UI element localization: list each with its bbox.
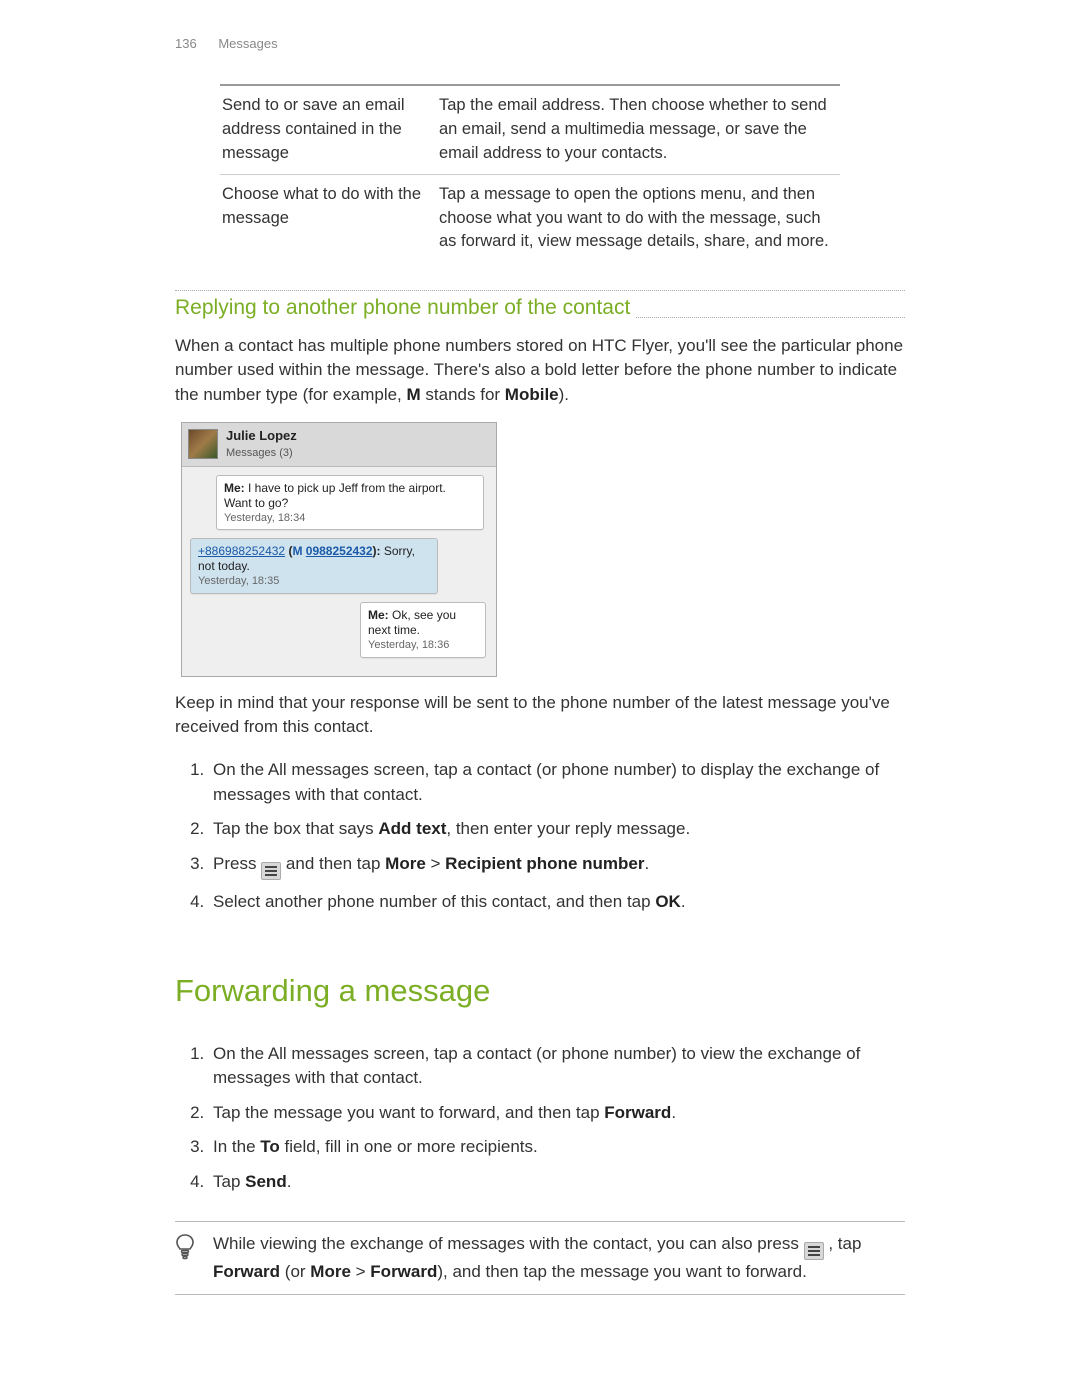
step-item: In the To field, fill in one or more rec… [209, 1131, 905, 1164]
options-table: Send to or save an email address contain… [220, 84, 840, 263]
message-text: I have to pick up Jeff from the airport.… [224, 481, 446, 510]
steps-list-reply: On the All messages screen, tap a contac… [179, 754, 905, 919]
text: (or [280, 1262, 310, 1281]
step-item: On the All messages screen, tap a contac… [209, 754, 905, 811]
text: Tap [213, 1172, 245, 1191]
step-item: Tap Send. [209, 1166, 905, 1199]
bold-text: Mobile [505, 385, 559, 404]
table-row: Choose what to do with the message Tap a… [220, 174, 840, 262]
text: . [671, 1103, 676, 1122]
intro-paragraph: When a contact has multiple phone number… [175, 334, 905, 408]
text: . [287, 1172, 292, 1191]
text: > [426, 854, 445, 873]
step-item: Select another phone number of this cont… [209, 886, 905, 919]
option-desc: Tap a message to open the options menu, … [437, 174, 840, 262]
page: 136 Messages Send to or save an email ad… [0, 0, 1080, 1397]
section-title: Replying to another phone number of the … [175, 290, 905, 323]
message-bubble-outgoing: Me: Ok, see you next time. Yesterday, 18… [360, 602, 486, 658]
text: Tap the box that says [213, 819, 378, 838]
step-item: On the All messages screen, tap a contac… [209, 1038, 905, 1095]
text: field, fill in one or more recipients. [280, 1137, 538, 1156]
contact-name: Julie Lopez [226, 427, 297, 446]
table-row: Send to or save an email address contain… [220, 85, 840, 174]
text: Tap the message you want to forward, and… [213, 1103, 604, 1122]
text: stands for [421, 385, 505, 404]
tip-box: While viewing the exchange of messages w… [175, 1221, 905, 1296]
tip-text: While viewing the exchange of messages w… [213, 1232, 903, 1285]
message-count: Messages (3) [226, 446, 297, 462]
text: , then enter your reply message. [446, 819, 690, 838]
timestamp: Yesterday, 18:34 [224, 512, 476, 526]
text: Select another phone number of this cont… [213, 892, 655, 911]
phone-screenshot: Julie Lopez Messages (3) Me: I have to p… [181, 422, 497, 677]
bold-text: Send [245, 1172, 287, 1191]
text: , tap [824, 1234, 862, 1253]
bold-text: More [385, 854, 426, 873]
bold-text: M [407, 385, 421, 404]
bold-text: Add text [378, 819, 446, 838]
body-paragraph: Keep in mind that your response will be … [175, 691, 905, 740]
short-number: 0988252432 [306, 544, 373, 558]
bold-text: To [260, 1137, 280, 1156]
thread-header: Julie Lopez Messages (3) [182, 423, 496, 467]
text: Press [213, 854, 261, 873]
thread: Me: I have to pick up Jeff from the airp… [182, 467, 496, 676]
bold-text: More [310, 1262, 351, 1281]
text: > [351, 1262, 370, 1281]
message-bubble-outgoing: Me: I have to pick up Jeff from the airp… [216, 475, 484, 531]
step-item: Press and then tap More > Recipient phon… [209, 848, 905, 884]
text: and then tap [281, 854, 385, 873]
page-number: 136 [175, 36, 197, 51]
text: ). [559, 385, 569, 404]
phone-number-link: +886988252432 [198, 544, 285, 558]
timestamp: Yesterday, 18:36 [368, 639, 478, 653]
text: In the [213, 1137, 260, 1156]
bold-text: Recipient phone number [445, 854, 644, 873]
sender-label: Me: [368, 608, 389, 622]
bold-text: Forward [604, 1103, 671, 1122]
option-action: Choose what to do with the message [220, 174, 437, 262]
h2-forwarding: Forwarding a message [175, 969, 905, 1014]
text: While viewing the exchange of messages w… [213, 1234, 804, 1253]
menu-icon [804, 1242, 824, 1260]
number-type: M [292, 544, 302, 558]
message-bubble-incoming: +886988252432 (M 0988252432): Sorry, not… [190, 538, 438, 594]
section-heading: Replying to another phone number of the … [175, 293, 630, 323]
sender-label: Me: [224, 481, 245, 495]
bold-text: Forward [370, 1262, 437, 1281]
text: . [644, 854, 649, 873]
text: ), and then tap the message you want to … [437, 1262, 807, 1281]
bold-text: Forward [213, 1262, 280, 1281]
text: . [681, 892, 686, 911]
lightbulb-icon [175, 1234, 199, 1268]
step-item: Tap the message you want to forward, and… [209, 1097, 905, 1130]
menu-icon [261, 862, 281, 880]
header-section: Messages [218, 36, 277, 51]
step-text: On the All messages screen, tap a contac… [213, 760, 879, 804]
step-item: Tap the box that says Add text, then ent… [209, 813, 905, 846]
avatar [188, 429, 218, 459]
option-action: Send to or save an email address contain… [220, 85, 437, 174]
option-desc: Tap the email address. Then choose wheth… [437, 85, 840, 174]
step-text: On the All messages screen, tap a contac… [213, 1044, 860, 1088]
bold-text: OK [655, 892, 681, 911]
timestamp: Yesterday, 18:35 [198, 575, 430, 589]
steps-list-forward: On the All messages screen, tap a contac… [179, 1038, 905, 1199]
page-header: 136 Messages [175, 35, 905, 54]
